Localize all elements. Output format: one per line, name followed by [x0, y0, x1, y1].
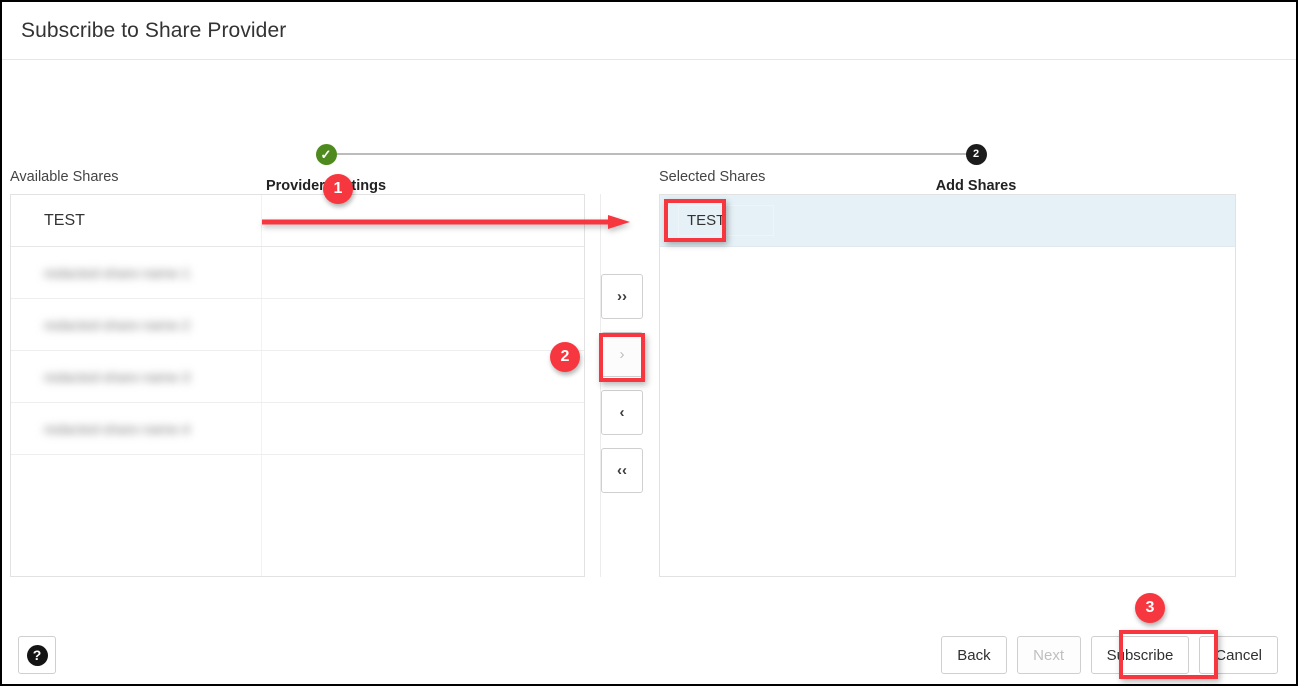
wizard-stepper: ✓ Provider Settings 2 Add Shares — [2, 60, 1296, 148]
stepper-step-add-shares[interactable]: 2 Add Shares — [914, 144, 1038, 194]
list-item-label: redacted-share-name-1 — [44, 265, 190, 281]
back-button[interactable]: Back — [941, 636, 1006, 674]
list-item[interactable]: TEST — [660, 195, 1235, 247]
stepper-step-label: Add Shares — [936, 178, 1017, 194]
annotation-arrow — [262, 214, 630, 230]
next-button[interactable]: Next — [1017, 636, 1081, 674]
selected-shares-list[interactable]: TEST — [659, 194, 1236, 577]
step-number-badge: 2 — [966, 144, 987, 165]
footer-actions: Back Next Subscribe Cancel — [941, 636, 1278, 674]
subscribe-button[interactable]: Subscribe — [1091, 636, 1190, 674]
move-left-button[interactable]: ‹ — [601, 390, 643, 435]
move-all-left-button[interactable]: ‹‹ — [601, 448, 643, 493]
list-item-label: redacted-share-name-3 — [44, 369, 190, 385]
list-item[interactable]: redacted-share-name-2 — [11, 299, 584, 351]
available-shares-list[interactable]: TEST redacted-share-name-1 redacted-shar… — [10, 194, 585, 577]
list-item-label: redacted-share-name-4 — [44, 421, 190, 437]
dialog-titlebar: Subscribe to Share Provider — [2, 2, 1296, 60]
selected-shares-label: Selected Shares — [659, 169, 765, 185]
transfer-button-group: ›› › ‹ ‹‹ — [601, 274, 643, 506]
cancel-button[interactable]: Cancel — [1199, 636, 1278, 674]
available-shares-label: Available Shares — [10, 169, 119, 185]
list-item-label: TEST — [44, 212, 85, 230]
list-item[interactable]: redacted-share-name-1 — [11, 247, 584, 299]
move-right-button[interactable]: › — [601, 332, 643, 377]
annotation-badge-3: 3 — [1135, 593, 1165, 623]
annotation-badge-1: 1 — [323, 174, 353, 204]
help-button[interactable]: ? — [18, 636, 56, 674]
annotation-badge-2: 2 — [550, 342, 580, 372]
list-item[interactable]: redacted-share-name-4 — [11, 403, 584, 455]
list-item-label: redacted-share-name-2 — [44, 317, 190, 333]
check-icon: ✓ — [316, 144, 337, 165]
subscribe-dialog: Subscribe to Share Provider ✓ Provider S… — [0, 0, 1298, 686]
list-item-label: TEST — [678, 205, 774, 236]
list-item[interactable]: redacted-share-name-3 — [11, 351, 584, 403]
page-title: Subscribe to Share Provider — [21, 19, 286, 43]
question-mark-icon: ? — [27, 645, 48, 666]
stepper-connector-line — [334, 153, 967, 155]
move-all-right-button[interactable]: ›› — [601, 274, 643, 319]
